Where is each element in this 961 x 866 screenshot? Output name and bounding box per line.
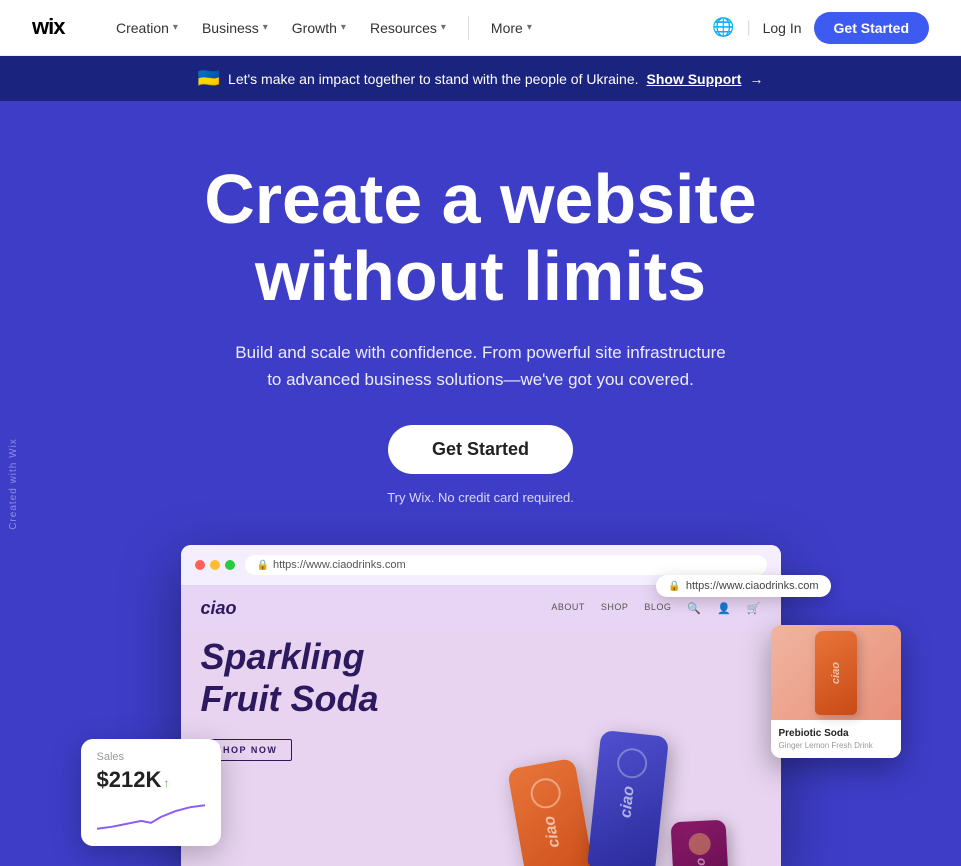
banner-text: Let's make an impact together to stand w…: [228, 71, 638, 87]
ciao-hero-text: Sparkling Fruit Soda SHOP NOW: [201, 636, 761, 866]
login-button[interactable]: Log In: [763, 20, 802, 36]
sales-chart: [97, 799, 205, 834]
side-created-label: Created with Wix: [8, 438, 19, 530]
browser-url-bar: 🔒 https://www.ciaodrinks.com: [245, 555, 767, 575]
url-text: https://www.ciaodrinks.com: [686, 580, 819, 592]
hero-section: Create a website without limits Build an…: [0, 101, 961, 866]
nav-links: Creation ▾ Business ▾ Growth ▾ Resources…: [106, 14, 712, 42]
sales-chart-svg: [97, 799, 205, 834]
url-badge: 🔒 https://www.ciaodrinks.com: [656, 575, 830, 597]
sales-widget: Sales $212K ↑: [81, 739, 221, 846]
sales-label: Sales: [97, 751, 205, 763]
svg-text:wix: wix: [32, 17, 66, 37]
chevron-down-icon: ▾: [173, 22, 178, 33]
navbar: wix Creation ▾ Business ▾ Growth ▾ Resou…: [0, 0, 961, 56]
ukraine-flag-icon: 🇺🇦: [198, 68, 220, 89]
nav-more[interactable]: More ▾: [481, 14, 542, 42]
nav-resources[interactable]: Resources ▾: [360, 14, 456, 42]
browser-mockup: 🔒 https://www.ciaodrinks.com 🔒 https://w…: [181, 545, 781, 866]
ciao-title: Sparkling Fruit Soda: [201, 636, 761, 719]
product-name: Prebiotic Soda: [779, 728, 893, 739]
product-can: ciao: [815, 631, 857, 715]
nav-divider: [468, 16, 469, 40]
chevron-down-icon: ▾: [441, 22, 446, 33]
ukraine-banner: 🇺🇦 Let's make an impact together to stan…: [0, 56, 961, 101]
url-lock-icon: 🔒: [257, 560, 269, 571]
browser-url-text: https://www.ciaodrinks.com: [273, 559, 406, 571]
browser-dot-red: [195, 560, 205, 570]
globe-icon[interactable]: 🌐: [712, 17, 734, 38]
get-started-nav-button[interactable]: Get Started: [814, 12, 929, 44]
chevron-down-icon: ▾: [527, 22, 532, 33]
browser-dot-green: [225, 560, 235, 570]
nav-business[interactable]: Business ▾: [192, 14, 278, 42]
sales-indicator: ↑: [163, 776, 169, 790]
product-card-image: ciao: [771, 625, 901, 720]
ciao-hero: Sparkling Fruit Soda SHOP NOW ciao: [181, 631, 781, 866]
browser-dots: [195, 560, 235, 570]
sales-value-container: $212K ↑: [97, 767, 205, 793]
lock-icon: 🔒: [668, 581, 680, 592]
chevron-down-icon: ▾: [341, 22, 346, 33]
product-card: ciao Prebiotic Soda Ginger Lemon Fresh D…: [771, 625, 901, 758]
nav-growth[interactable]: Growth ▾: [282, 14, 356, 42]
hero-subtitle: Build and scale with confidence. From po…: [231, 339, 731, 393]
hero-title: Create a website without limits: [101, 161, 861, 315]
sales-value: $212K: [97, 767, 162, 793]
arrow-icon: →: [749, 71, 763, 87]
wix-logo[interactable]: wix: [32, 12, 74, 44]
hero-note: Try Wix. No credit card required.: [387, 490, 574, 505]
chevron-down-icon: ▾: [263, 22, 268, 33]
nav-creation[interactable]: Creation ▾: [106, 14, 188, 42]
ciao-logo: ciao: [201, 598, 237, 619]
product-card-info: Prebiotic Soda Ginger Lemon Fresh Drink: [771, 720, 901, 758]
hero-get-started-button[interactable]: Get Started: [388, 425, 573, 474]
nav-right: 🌐 | Log In Get Started: [712, 12, 929, 44]
product-desc: Ginger Lemon Fresh Drink: [779, 741, 893, 750]
browser-dot-yellow: [210, 560, 220, 570]
product-can-label: ciao: [830, 662, 842, 684]
nav-separator: |: [746, 19, 750, 37]
show-support-link[interactable]: Show Support: [647, 71, 742, 87]
can-blue: ciao: [587, 730, 669, 866]
ciao-website: ciao ABOUT SHOP BLOG 🔍 👤 🛒: [181, 586, 781, 866]
